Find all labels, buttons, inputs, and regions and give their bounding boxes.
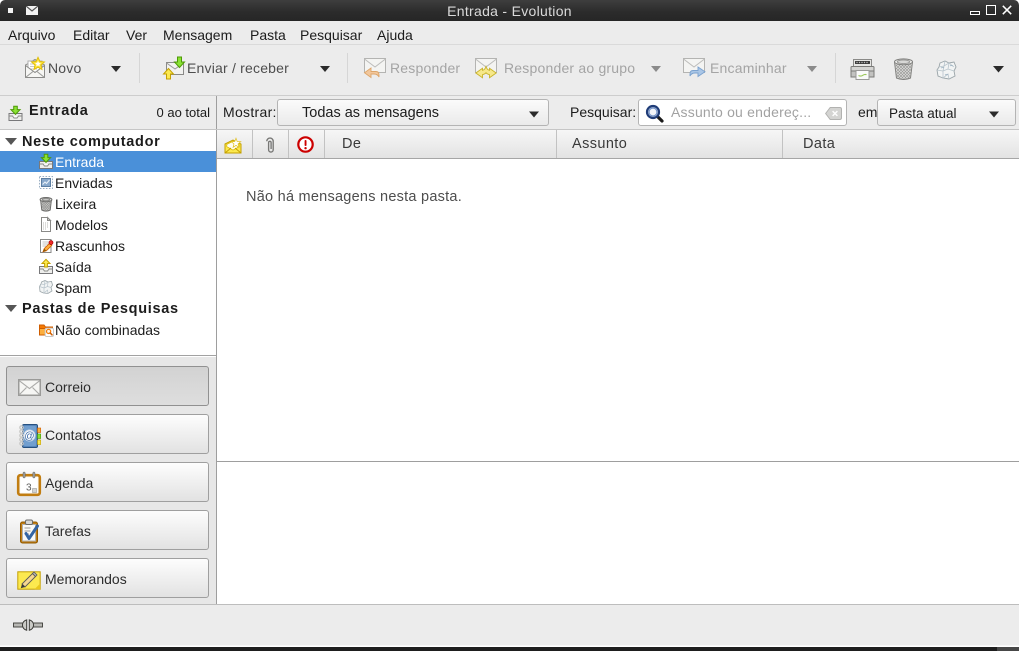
svg-text:@: @ <box>24 431 34 442</box>
svg-text:3: 3 <box>26 483 32 494</box>
